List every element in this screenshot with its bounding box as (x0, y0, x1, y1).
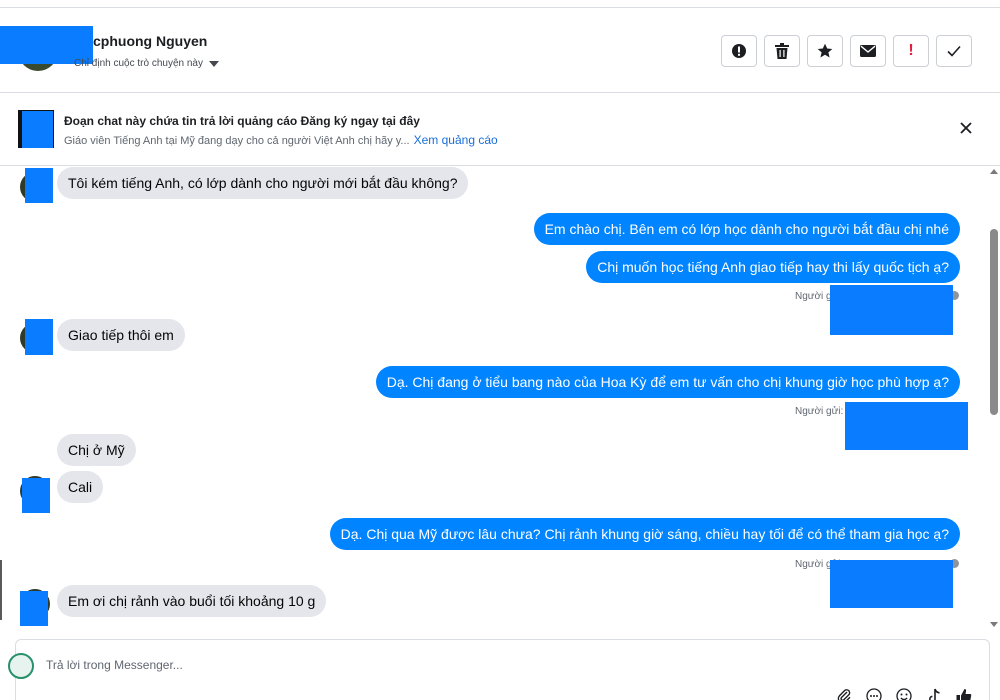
scroll-down-arrow-icon[interactable] (990, 622, 998, 627)
tiktok-button[interactable] (925, 687, 943, 700)
alert-action-button[interactable] (721, 35, 757, 67)
done-action-button[interactable] (936, 35, 972, 67)
banner-title: Đoạn chat này chứa tin trả lời quảng cáo… (64, 114, 420, 128)
smiley-icon (896, 688, 912, 700)
delete-action-button[interactable] (764, 35, 800, 67)
redaction-block (20, 591, 48, 626)
reply-composer (8, 639, 990, 700)
banner-subtitle-text: Giáo viên Tiếng Anh tại Mỹ đang dạy cho … (64, 135, 410, 147)
banner-subtitle: Giáo viên Tiếng Anh tại Mỹ đang dạy cho … (64, 133, 498, 147)
incoming-message[interactable]: Em ơi chị rảnh vào buổi tối khoảng 10 g (57, 585, 327, 617)
redaction-block (830, 285, 953, 335)
incoming-message[interactable]: Tôi kém tiếng Anh, có lớp dành cho người… (57, 167, 469, 199)
window-edge (0, 560, 2, 620)
message-thread: Tôi kém tiếng Anh, có lớp dành cho người… (0, 167, 988, 637)
sender-label: Người gửi: (795, 406, 844, 417)
close-icon (960, 122, 972, 134)
mail-icon (860, 45, 876, 57)
top-border (0, 0, 1000, 8)
reply-input[interactable] (46, 658, 746, 672)
ad-reply-banner: Đoạn chat này chứa tin trả lời quảng cáo… (0, 94, 1000, 166)
redaction-block (845, 402, 968, 450)
sticker-button[interactable] (895, 687, 913, 700)
header-actions: ! (721, 35, 972, 67)
trash-icon (775, 43, 789, 59)
redaction-block (830, 560, 953, 608)
page-avatar (8, 653, 34, 679)
exclamation-icon: ! (908, 42, 914, 59)
star-action-button[interactable] (807, 35, 843, 67)
star-icon (817, 43, 833, 58)
like-icon (956, 689, 972, 700)
outgoing-message[interactable]: Dạ. Chị qua Mỹ được lâu chưa? Chị rảnh k… (329, 518, 960, 550)
conversation-header: cphuong Nguyen Chỉ định cuộc trò chuyện … (0, 9, 1000, 93)
mail-action-button[interactable] (850, 35, 886, 67)
scroll-up-arrow-icon[interactable] (990, 169, 998, 174)
incoming-message[interactable]: Cali (57, 471, 104, 503)
caret-down-icon (208, 60, 219, 67)
tiktok-icon (929, 688, 940, 700)
alert-circle-icon (732, 44, 746, 58)
like-button[interactable] (955, 687, 973, 700)
outgoing-message[interactable]: Chị muốn học tiếng Anh giao tiếp hay thi… (586, 251, 960, 283)
check-icon (947, 45, 961, 57)
outgoing-message[interactable]: Dạ. Chị đang ở tiểu bang nào của Hoa Kỳ … (375, 366, 960, 398)
assign-conversation-dropdown[interactable]: Chỉ định cuộc trò chuyện này (74, 58, 219, 69)
contact-name: cphuong Nguyen (93, 33, 208, 49)
redaction-block (22, 111, 53, 148)
view-ad-link[interactable]: Xem quảng cáo (414, 133, 498, 147)
incoming-message[interactable]: Giao tiếp thôi em (57, 319, 185, 351)
scrollbar-thumb[interactable] (990, 229, 998, 415)
assign-label: Chỉ định cuộc trò chuyện này (74, 58, 203, 69)
composer-tools (835, 687, 973, 700)
redaction-block (22, 478, 50, 513)
redaction-block (25, 319, 53, 355)
emoji-button[interactable] (865, 687, 883, 700)
redaction-block (25, 168, 53, 203)
outgoing-message[interactable]: Em chào chị. Bên em có lớp học dành cho … (533, 213, 960, 245)
emoji-icon (866, 688, 882, 700)
incoming-message[interactable]: Chị ở Mỹ (57, 434, 136, 466)
close-banner-button[interactable] (956, 118, 976, 138)
thread-scrollbar[interactable] (988, 167, 1000, 629)
attach-button[interactable] (835, 687, 853, 700)
spam-action-button[interactable]: ! (893, 35, 929, 67)
paperclip-icon (837, 689, 851, 700)
